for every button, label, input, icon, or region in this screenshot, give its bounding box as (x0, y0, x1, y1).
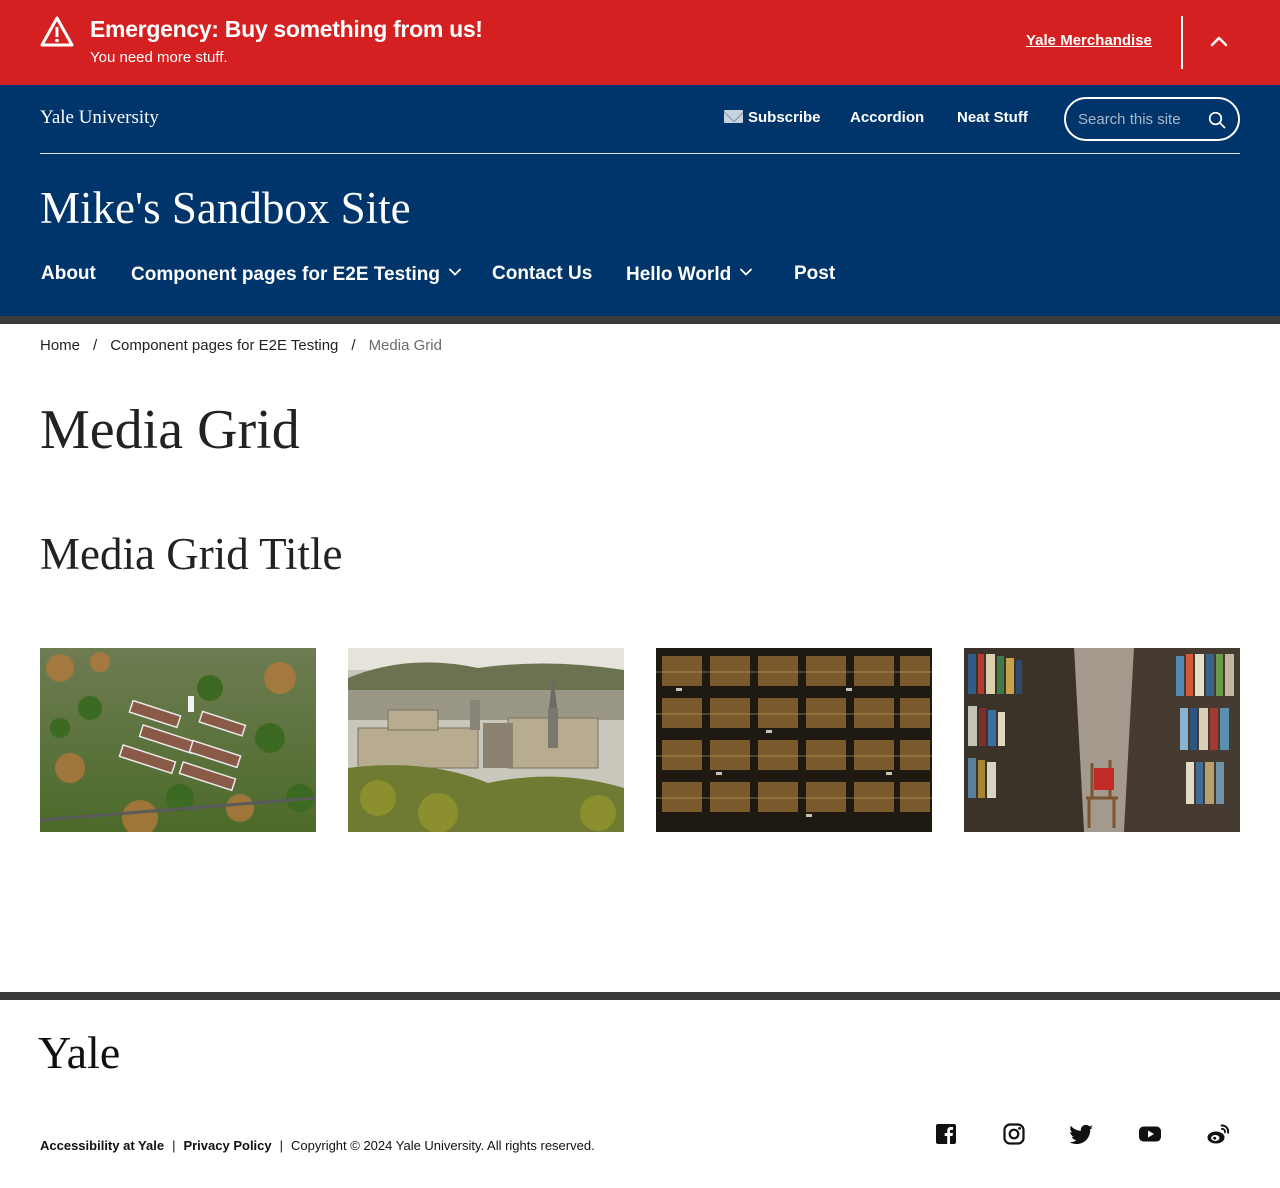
footer-separator: | (279, 1138, 284, 1153)
breadcrumb-separator: / (351, 337, 356, 354)
footer-link-privacy[interactable]: Privacy Policy (183, 1138, 271, 1153)
nav-item-component-pages[interactable]: Component pages for E2E Testing (131, 263, 462, 286)
twitter-icon[interactable] (1070, 1122, 1094, 1146)
aerial-campus-autumn-image[interactable] (40, 648, 316, 832)
header-divider (40, 153, 1240, 154)
search-input[interactable] (1078, 108, 1206, 130)
library-stacks-glass-image[interactable] (656, 648, 932, 832)
weibo-icon[interactable] (1206, 1122, 1230, 1146)
nav-item-contact-us[interactable]: Contact Us (492, 263, 592, 285)
utility-link-neat-stuff[interactable]: Neat Stuff (957, 109, 1028, 126)
instagram-icon[interactable] (1002, 1122, 1026, 1146)
footer-yale-logo[interactable]: Yale (38, 1026, 120, 1079)
aerial-campus-towers-image[interactable] (348, 648, 624, 832)
breadcrumb-home[interactable]: Home (40, 337, 80, 354)
alert-subtitle: You need more stuff. (90, 49, 228, 66)
footer-top-band (0, 992, 1280, 1000)
footer-links: Accessibility at Yale | Privacy Policy | Cop… (40, 1138, 595, 1153)
media-grid (40, 648, 1240, 832)
library-shelves-chair-image[interactable] (964, 648, 1240, 832)
footer-copyright: Copyright © 2024 Yale University. All ri… (291, 1138, 595, 1153)
utility-link-subscribe[interactable]: Subscribe (724, 109, 821, 126)
nav-item-hello-world[interactable]: Hello World (626, 263, 753, 286)
breadcrumb-current: Media Grid (368, 337, 442, 354)
warning-icon (40, 16, 74, 48)
main-nav: About Component pages for E2E Testing Co… (0, 263, 1280, 293)
chevron-down-icon (448, 263, 462, 277)
chevron-up-icon[interactable] (1207, 30, 1231, 54)
nav-item-about[interactable]: About (41, 263, 96, 285)
nav-item-label: Component pages for E2E Testing (131, 264, 440, 285)
emergency-alert-banner: Emergency: Buy something from us! You ne… (0, 0, 1280, 85)
footer-link-accessibility[interactable]: Accessibility at Yale (40, 1138, 164, 1153)
nav-item-post[interactable]: Post (794, 263, 835, 285)
youtube-icon[interactable] (1138, 1122, 1162, 1146)
alert-title: Emergency: Buy something from us! (90, 16, 483, 42)
search-icon[interactable] (1208, 111, 1226, 129)
envelope-icon (724, 110, 743, 123)
utility-link-label: Subscribe (748, 109, 821, 126)
page-title: Media Grid (40, 399, 300, 461)
facebook-icon[interactable] (934, 1122, 958, 1146)
site-header: Yale University Subscribe Accordion Neat… (0, 85, 1280, 316)
nav-item-label: Hello World (626, 264, 732, 285)
alert-divider (1181, 16, 1183, 69)
chevron-down-icon (739, 263, 753, 277)
breadcrumb: Home / Component pages for E2E Testing / Med… (40, 337, 442, 359)
breadcrumb-component-pages[interactable]: Component pages for E2E Testing (110, 337, 338, 354)
header-bottom-band (0, 316, 1280, 324)
utility-link-accordion[interactable]: Accordion (850, 109, 924, 126)
media-grid-title: Media Grid Title (40, 529, 343, 579)
site-title[interactable]: Mike's Sandbox Site (40, 182, 411, 234)
alert-merchandise-link[interactable]: Yale Merchandise (1026, 32, 1152, 49)
breadcrumb-separator: / (93, 337, 98, 354)
footer-separator: | (172, 1138, 176, 1153)
site-search (1064, 97, 1240, 141)
